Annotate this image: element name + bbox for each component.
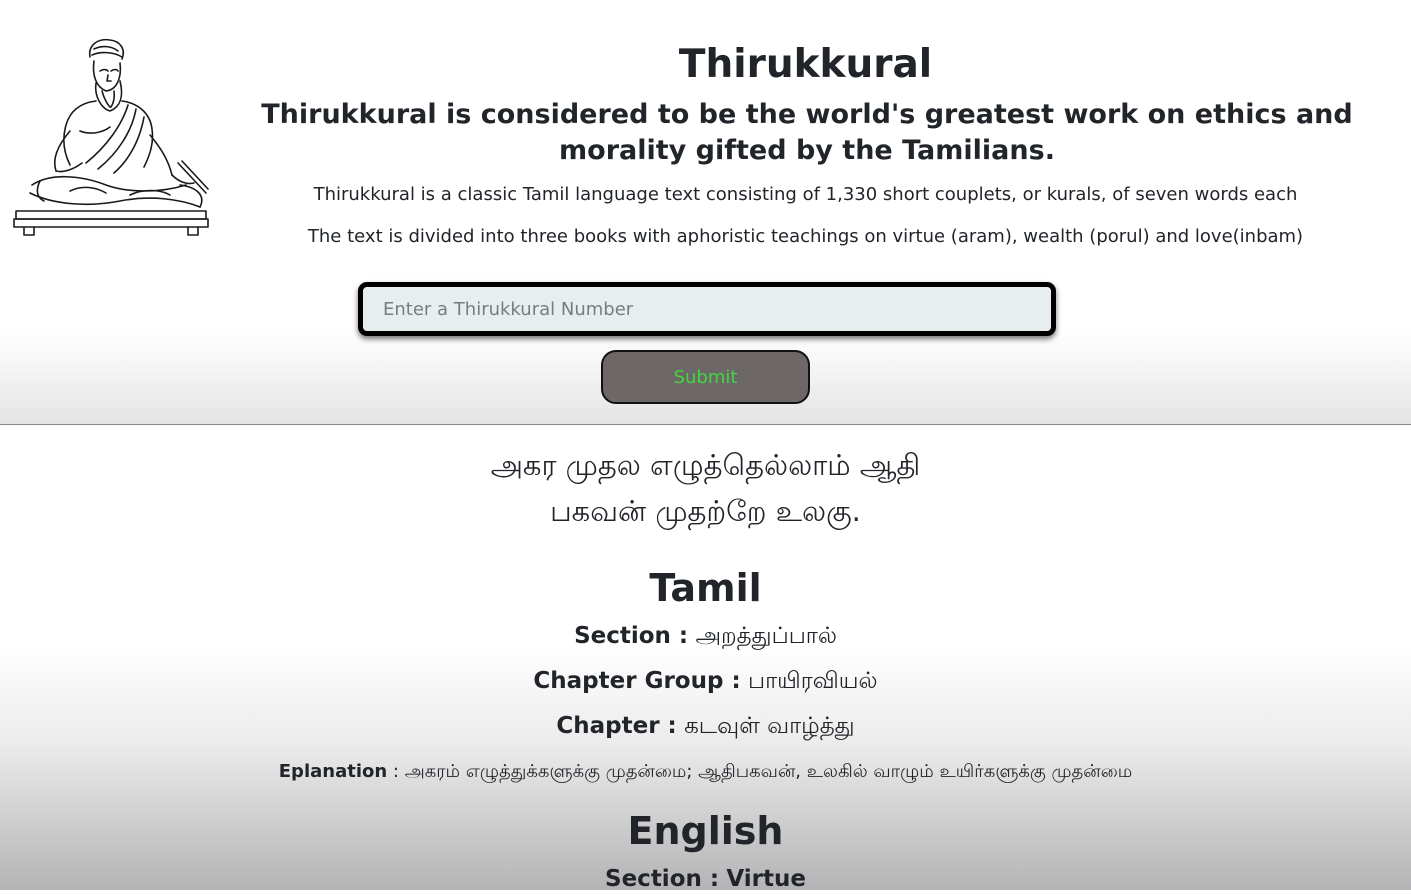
english-heading: English [627, 809, 784, 853]
header: Thirukkural Thirukkural is considered to… [0, 0, 1411, 425]
tamil-chapter-group-row: Chapter Group : பாயிரவியல் [0, 665, 1411, 697]
tamil-heading: Tamil [649, 566, 762, 610]
thiruvalluvar-illustration [13, 38, 209, 236]
tamil-chapter-row: Chapter : கடவுள் வாழ்த்து [0, 710, 1411, 742]
thirukkural-number-input[interactable] [358, 282, 1056, 336]
chapter-label: Chapter : [556, 713, 677, 739]
page-title: Thirukkural [678, 42, 933, 87]
tamil-explanation-row: Eplanation : அகரம் எழுத்துக்களுக்கு முதன… [0, 759, 1411, 785]
tagline: Thirukkural is considered to be the worl… [261, 99, 1353, 166]
chapter-group-label: Chapter Group : [533, 668, 741, 694]
chapter-group-value: பாயிரவியல் [747, 668, 878, 694]
result-panel: அகர முதல எழுத்தெல்லாம் ஆதி பகவன் முதற்றே… [0, 425, 1411, 892]
couplet-line: அகர முதல எழுத்தெல்லாம் ஆதி [490, 448, 921, 482]
couplet-line: பகவன் முதற்றே உலகு. [550, 494, 861, 528]
section-label: Section : [605, 866, 720, 892]
explanation-label: Eplanation [278, 761, 388, 782]
explanation-value: : அகரம் எழுத்துக்களுக்கு முதன்மை; ஆதிபகவ… [392, 761, 1133, 782]
chapter-value: கடவுள் வாழ்த்து [684, 713, 855, 739]
tamil-section-row: Section : அறத்துப்பால் [0, 620, 1411, 652]
english-section-row: Section : Virtue [0, 863, 1411, 895]
section-value: Virtue [726, 866, 806, 892]
section-label: Section : [574, 623, 689, 649]
submit-button[interactable]: Submit [601, 350, 810, 404]
description-text: Thirukkural is a classic Tamil language … [313, 184, 1298, 205]
description-text: The text is divided into three books wit… [307, 226, 1304, 247]
section-value: அறத்துப்பால் [695, 623, 837, 649]
